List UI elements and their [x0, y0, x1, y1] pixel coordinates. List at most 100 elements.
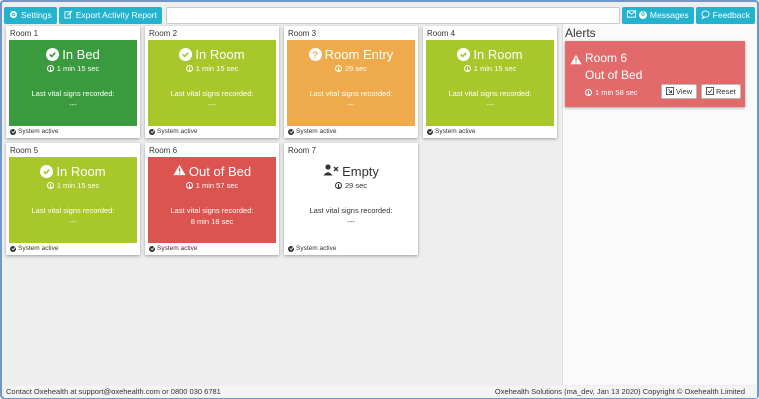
- room-status-panel: Out of Bed 1 min 57 sec Last vital signs…: [148, 157, 276, 243]
- page-footer: Contact Oxehealth at support@oxehealth.c…: [4, 386, 757, 398]
- alerts-panel: Alerts Room 6 Out of Bed 1 min 58 sec Vi…: [562, 24, 757, 385]
- vital-signs-value: ---: [69, 100, 77, 109]
- vital-signs-label: Last vital signs recorded:: [31, 89, 115, 98]
- settings-button[interactable]: Settings: [4, 6, 57, 24]
- system-status-text: System active: [157, 128, 198, 135]
- reset-alert-button[interactable]: Reset: [701, 84, 741, 99]
- room-card[interactable]: Room 5 In Room 1 min 15 sec Last vital s…: [6, 143, 140, 255]
- system-active-check-icon: [288, 245, 294, 252]
- vital-signs-value: 8 min 18 sec: [190, 217, 234, 226]
- system-status-text: System active: [296, 128, 337, 135]
- checkbox-icon: [706, 86, 714, 97]
- settings-label: Settings: [21, 10, 52, 20]
- system-status-text: System active: [157, 245, 198, 252]
- view-icon: [666, 86, 674, 97]
- clock-icon: [334, 182, 342, 189]
- messages-count-badge: 0: [639, 11, 647, 19]
- speech-bubble-icon: [700, 9, 710, 21]
- vital-signs-label: Last vital signs recorded:: [309, 89, 393, 98]
- clock-icon: [46, 65, 54, 72]
- room-status-time: 29 sec: [344, 181, 368, 190]
- alert-status: Out of Bed: [585, 68, 643, 82]
- room-title: Room 3: [288, 29, 317, 38]
- room-status-time: 29 sec: [344, 64, 368, 73]
- room-title: Room 7: [288, 146, 317, 155]
- messages-button[interactable]: 0 Messages: [622, 6, 694, 24]
- edit-export-icon: [64, 10, 73, 21]
- room-status-label: In Room: [473, 47, 523, 62]
- system-active-check-icon: [427, 128, 433, 135]
- vital-signs-label: Last vital signs recorded:: [170, 206, 254, 215]
- clock-icon: [463, 65, 471, 72]
- room-title: Room 4: [427, 29, 456, 38]
- reset-label: Reset: [716, 87, 736, 96]
- room-title: Room 6: [149, 146, 178, 155]
- alerts-title: Alerts: [565, 26, 596, 40]
- room-status-label: In Room: [195, 47, 245, 62]
- room-card[interactable]: Room 3 ? Room Entry 29 sec Last vital si…: [284, 26, 418, 138]
- feedback-button[interactable]: Feedback: [695, 6, 755, 24]
- system-active-check-icon: [149, 128, 155, 135]
- gears-icon: [9, 10, 18, 21]
- warning-icon: [570, 52, 582, 70]
- room-title: Room 1: [10, 29, 39, 38]
- room-card[interactable]: Room 2 In Room 1 min 15 sec Last vital s…: [145, 26, 279, 138]
- system-status-text: System active: [18, 128, 59, 135]
- system-active-check-icon: [10, 128, 16, 135]
- room-status-time: 1 min 15 sec: [473, 64, 517, 73]
- vital-signs-label: Last vital signs recorded:: [309, 206, 393, 215]
- alert-room: Room 6: [585, 51, 628, 65]
- clock-icon: [334, 65, 342, 72]
- system-status-text: System active: [296, 245, 337, 252]
- room-card[interactable]: Room 1 In Bed 1 min 15 sec Last vital si…: [6, 26, 140, 138]
- export-label: Export Activity Report: [75, 10, 157, 20]
- room-status-panel: Empty 29 sec Last vital signs recorded: …: [287, 157, 415, 243]
- vital-signs-value: ---: [208, 100, 216, 109]
- room-status-panel: In Room 1 min 15 sec Last vital signs re…: [9, 157, 137, 243]
- system-active-check-icon: [149, 245, 155, 252]
- view-alert-button[interactable]: View: [661, 84, 698, 99]
- view-label: View: [676, 87, 693, 96]
- system-status-text: System active: [18, 245, 59, 252]
- room-status-label: In Bed: [62, 47, 100, 62]
- contact-text: Contact Oxehealth at support@oxehealth.c…: [6, 387, 221, 396]
- room-status-panel: In Room 1 min 15 sec Last vital signs re…: [426, 40, 554, 126]
- room-status-panel: In Room 1 min 15 sec Last vital signs re…: [148, 40, 276, 126]
- room-status-time: 1 min 15 sec: [56, 64, 100, 73]
- room-status-label: Room Entry: [324, 47, 394, 62]
- search-input[interactable]: [165, 6, 621, 24]
- question-circle-icon: ?: [308, 48, 322, 61]
- system-active-check-icon: [10, 245, 16, 252]
- room-card[interactable]: Room 6 Out of Bed 1 min 57 sec Last vita…: [145, 143, 279, 255]
- export-activity-report-button[interactable]: Export Activity Report: [58, 6, 162, 24]
- room-status-label: In Room: [56, 164, 106, 179]
- room-status-panel: In Bed 1 min 15 sec Last vital signs rec…: [9, 40, 137, 126]
- system-status-text: System active: [435, 128, 476, 135]
- vital-signs-value: ---: [486, 100, 494, 109]
- room-status-time: 1 min 15 sec: [56, 181, 100, 190]
- alert-card[interactable]: Room 6 Out of Bed 1 min 58 sec View Rese…: [565, 41, 745, 107]
- envelope-icon: [627, 10, 637, 20]
- vital-signs-label: Last vital signs recorded:: [448, 89, 532, 98]
- clock-icon: [185, 182, 193, 189]
- room-status-time: 1 min 57 sec: [195, 181, 239, 190]
- alert-time-text: 1 min 58 sec: [595, 88, 638, 97]
- check-circle-icon: [40, 165, 54, 178]
- room-status-time: 1 min 15 sec: [195, 64, 239, 73]
- check-circle-icon: [46, 48, 60, 61]
- clock-icon: [585, 89, 592, 96]
- room-title: Room 2: [149, 29, 178, 38]
- room-status-label: Out of Bed: [188, 164, 252, 179]
- room-card[interactable]: Room 4 In Room 1 min 15 sec Last vital s…: [423, 26, 557, 138]
- room-card[interactable]: Room 7 Empty 29 sec Last vital signs rec…: [284, 143, 418, 255]
- clock-icon: [185, 65, 193, 72]
- messages-label: Messages: [649, 10, 689, 20]
- check-circle-icon: [457, 48, 471, 61]
- app-window: Settings Export Activity Report 0 Messag…: [0, 0, 759, 399]
- toolbar: Settings Export Activity Report 0 Messag…: [4, 6, 757, 24]
- vital-signs-label: Last vital signs recorded:: [31, 206, 115, 215]
- vital-signs-value: ---: [69, 217, 77, 226]
- vital-signs-label: Last vital signs recorded:: [170, 89, 254, 98]
- room-status-panel: ? Room Entry 29 sec Last vital signs rec…: [287, 40, 415, 126]
- vital-signs-value: ---: [347, 100, 355, 109]
